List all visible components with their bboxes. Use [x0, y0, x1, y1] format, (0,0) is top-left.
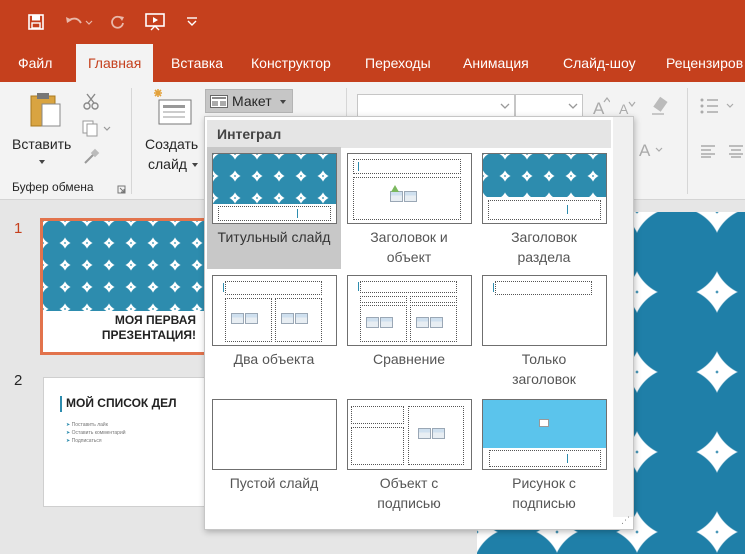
- undo-icon[interactable]: [60, 12, 96, 32]
- layout-button[interactable]: Макет: [205, 89, 293, 113]
- tab-animations[interactable]: Анимация: [463, 44, 529, 82]
- layout-title-only[interactable]: Только заголовок: [477, 269, 611, 393]
- copy-icon[interactable]: [82, 120, 112, 143]
- tab-slideshow[interactable]: Слайд-шоу: [563, 44, 636, 82]
- ribbon-divider: [131, 88, 132, 194]
- slide-accent-bar: [60, 396, 62, 412]
- paste-icon[interactable]: [28, 90, 62, 130]
- layout-label: Титульный слайд: [217, 229, 331, 245]
- layout-label: Заголовок раздела: [511, 229, 577, 265]
- align-left-icon[interactable]: [700, 144, 716, 163]
- layout-button-label: Макет: [232, 93, 272, 109]
- layout-label: Рисунок с подписью: [512, 475, 576, 511]
- layout-label: Только заголовок: [512, 351, 576, 387]
- redo-icon[interactable]: [108, 12, 128, 32]
- save-icon[interactable]: [25, 12, 47, 32]
- layout-preview: [212, 153, 337, 224]
- layout-title-slide[interactable]: Титульный слайд: [207, 147, 341, 269]
- slide-thumbnail-2[interactable]: МОЙ СПИСОК ДЕЛ ➤ Поставить лайк ➤ Остави…: [43, 377, 219, 507]
- layout-preview: [482, 275, 607, 346]
- layout-preview: [482, 399, 607, 470]
- layout-two-content[interactable]: Два объекта: [207, 269, 341, 393]
- slide-2-title: МОЙ СПИСОК ДЕЛ: [66, 396, 177, 410]
- layout-preview: [212, 399, 337, 470]
- cut-icon[interactable]: [82, 92, 100, 115]
- svg-text:A: A: [593, 99, 605, 116]
- slideshow-from-start-icon[interactable]: [144, 12, 166, 32]
- svg-text:A: A: [639, 141, 651, 160]
- ribbon-divider: [687, 88, 688, 194]
- layout-gallery: Интеграл Титульный слайд Заголовок и объ…: [204, 116, 634, 530]
- font-size-box[interactable]: [515, 94, 583, 118]
- layout-preview: [482, 153, 607, 224]
- tab-home[interactable]: Главная: [76, 44, 154, 82]
- layout-content-caption[interactable]: Объект с подписью: [342, 393, 476, 517]
- layout-title-content[interactable]: Заголовок и объект: [342, 147, 476, 269]
- slide-2-bullets: ➤ Поставить лайк ➤ Оставить комментарий …: [66, 422, 126, 444]
- clear-formatting-icon[interactable]: [650, 96, 672, 121]
- font-color-icon[interactable]: A: [638, 140, 664, 165]
- new-slide-dropdown-icon[interactable]: [192, 163, 198, 167]
- layout-icon: [210, 95, 228, 108]
- slide-1-title: МОЯ ПЕРВАЯ ПРЕЗЕНТАЦИЯ!: [101, 313, 196, 342]
- svg-text:A: A: [619, 101, 629, 116]
- new-slide-icon[interactable]: [150, 88, 194, 132]
- layout-label: Пустой слайд: [229, 475, 319, 491]
- tab-design[interactable]: Конструктор: [251, 44, 331, 82]
- layout-label: Заголовок и объект: [370, 229, 448, 265]
- slide-number: 1: [14, 220, 23, 237]
- layout-preview: [347, 153, 472, 224]
- ribbon-tabs: Файл Главная Вставка Конструктор Переход…: [0, 44, 745, 82]
- layout-picture-caption[interactable]: Рисунок с подписью: [477, 393, 611, 517]
- title-bar: [0, 0, 745, 44]
- font-name-box[interactable]: [357, 94, 515, 118]
- customize-qat-icon[interactable]: [184, 12, 200, 32]
- slide-number: 2: [14, 372, 23, 389]
- layout-section-header[interactable]: Заголовок раздела: [477, 147, 611, 269]
- layout-dropdown-icon: [280, 100, 286, 104]
- layout-preview: [347, 275, 472, 346]
- slide-background-pattern: [43, 221, 218, 311]
- picture-placeholder-icon: [539, 419, 549, 427]
- theme-name: Интеграл: [207, 120, 611, 148]
- gallery-scrollbar[interactable]: [613, 117, 633, 517]
- align-center-icon[interactable]: [728, 144, 744, 163]
- new-slide-button-line2[interactable]: слайд: [148, 156, 187, 172]
- paste-dropdown-icon[interactable]: [39, 160, 45, 164]
- clipboard-group-label: Буфер обмена: [12, 180, 94, 194]
- bullets-icon[interactable]: [700, 98, 740, 119]
- resize-grip-icon[interactable]: ⋰: [621, 515, 630, 526]
- layout-preview: [347, 399, 472, 470]
- tab-insert[interactable]: Вставка: [171, 44, 223, 82]
- layout-blank[interactable]: Пустой слайд: [207, 393, 341, 517]
- tab-review[interactable]: Рецензиров: [666, 44, 743, 82]
- layout-label: Два объекта: [233, 351, 315, 367]
- slide-thumbnail-1[interactable]: МОЯ ПЕРВАЯ ПРЕЗЕНТАЦИЯ!: [40, 218, 221, 355]
- new-slide-button[interactable]: Создать: [145, 136, 198, 152]
- tab-transitions[interactable]: Переходы: [365, 44, 431, 82]
- layout-preview: [212, 275, 337, 346]
- format-painter-icon[interactable]: [82, 148, 100, 171]
- layout-label: Объект с подписью: [377, 475, 441, 511]
- clipboard-launcher-icon[interactable]: [117, 181, 126, 199]
- layout-label: Сравнение: [373, 351, 445, 367]
- tab-file[interactable]: Файл: [18, 44, 52, 82]
- paste-button[interactable]: Вставить: [12, 136, 71, 152]
- layout-comparison[interactable]: Сравнение: [342, 269, 476, 393]
